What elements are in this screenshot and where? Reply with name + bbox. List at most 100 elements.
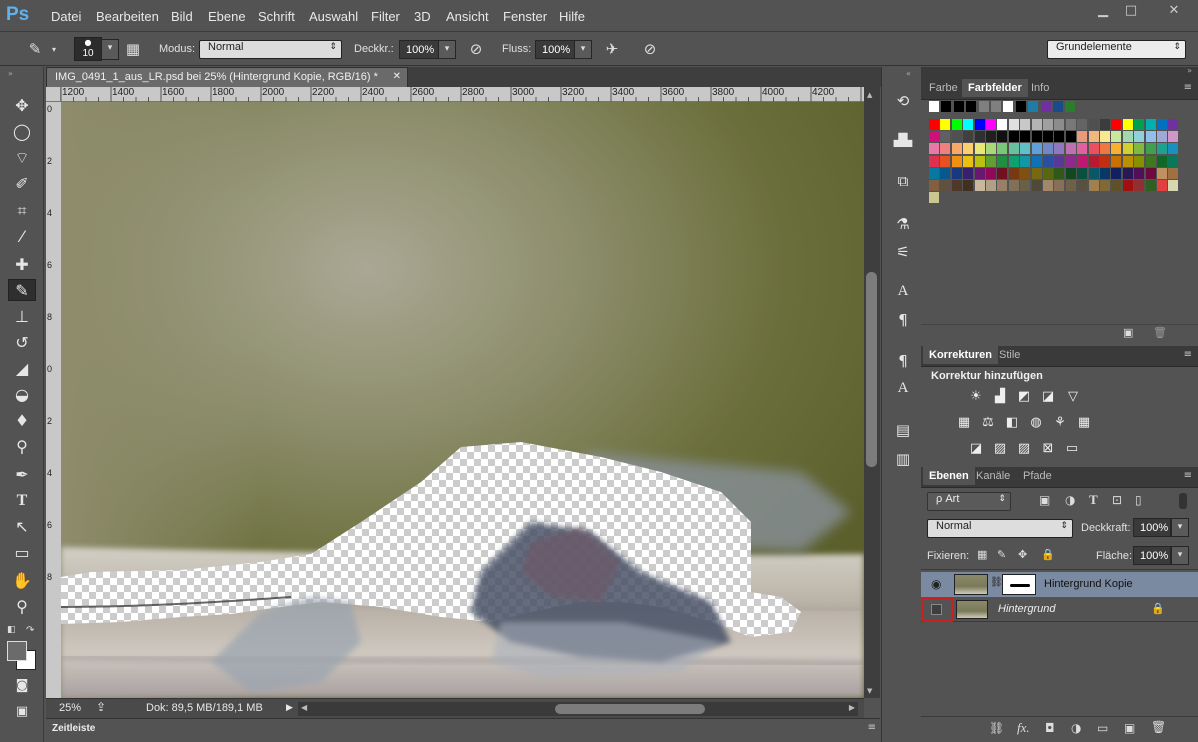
share-icon[interactable]: ⇪ — [96, 700, 106, 714]
photo-filter-icon[interactable]: ◍ — [1027, 415, 1045, 431]
panel-menu-icon[interactable]: ≡ — [1184, 349, 1192, 360]
status-menu-arrow-icon[interactable]: ▶ — [286, 702, 293, 713]
collapse-arrows-icon[interactable]: » — [1187, 66, 1192, 75]
delete-layer-icon[interactable]: 🗑 — [1151, 720, 1166, 734]
black-white-icon[interactable]: ◧ — [1003, 415, 1021, 431]
swatch[interactable] — [1088, 155, 1099, 167]
scroll-right-icon[interactable]: ▶ — [849, 703, 855, 712]
brush-panel-icon[interactable]: ▦ — [122, 40, 144, 58]
swatch[interactable] — [1111, 131, 1122, 143]
layer-filter-select[interactable]: ρ Art ⇕ — [927, 492, 1011, 511]
swatch[interactable] — [1157, 180, 1167, 191]
opacity-dropdown[interactable]: ▾ — [438, 40, 456, 59]
swatch[interactable] — [963, 143, 974, 155]
swatch[interactable] — [986, 180, 996, 191]
tab-stile[interactable]: Stile — [993, 346, 1026, 364]
swatch[interactable] — [986, 155, 996, 167]
tab-farbfelder[interactable]: Farbfelder — [962, 79, 1028, 97]
swatch[interactable] — [1077, 167, 1088, 179]
dodge-tool-icon[interactable]: ⚲ — [8, 436, 36, 458]
swatch[interactable] — [1040, 101, 1051, 112]
swatch[interactable] — [1111, 180, 1122, 191]
lock-pixels-icon[interactable]: ✎ — [997, 548, 1006, 561]
swatch[interactable] — [1122, 155, 1133, 167]
swatch[interactable] — [997, 155, 1008, 167]
paragraph-styles-icon[interactable]: ¶ — [891, 352, 915, 374]
pen-tool-icon[interactable]: ✒ — [8, 464, 36, 486]
swatch[interactable] — [997, 119, 1008, 130]
brush-size-preview[interactable]: ● 10 — [74, 37, 102, 61]
swatch[interactable] — [997, 167, 1008, 179]
gradient-map-icon[interactable]: ▭ — [1063, 441, 1081, 457]
color-lookup-icon[interactable]: ▦ — [1075, 415, 1093, 431]
swatch[interactable] — [1008, 143, 1019, 155]
vibrance-icon[interactable]: ▽ — [1064, 389, 1082, 405]
rectangle-tool-icon[interactable]: ▭ — [8, 542, 36, 564]
airbrush-icon[interactable]: ✈ — [601, 40, 623, 58]
swatch[interactable] — [1134, 180, 1145, 191]
swatch[interactable] — [929, 131, 939, 143]
pressure-opacity-icon[interactable]: ⊘ — [465, 40, 487, 58]
threshold-icon[interactable]: ▨ — [1015, 441, 1033, 457]
swatch[interactable] — [1077, 119, 1088, 130]
swatch[interactable] — [1043, 131, 1053, 143]
swatch[interactable] — [1145, 119, 1156, 130]
swatch[interactable] — [1008, 131, 1019, 143]
brush-presets-icon[interactable]: ▟▙ — [891, 133, 915, 155]
selective-color-icon[interactable]: ⊠ — [1039, 441, 1057, 457]
swatch[interactable] — [940, 119, 951, 130]
panel-menu-icon[interactable]: ≡ — [1184, 82, 1192, 93]
swatch[interactable] — [1043, 180, 1053, 191]
swatch[interactable] — [974, 167, 985, 179]
swatch[interactable] — [974, 131, 985, 143]
swatch[interactable] — [940, 180, 951, 191]
swatch[interactable] — [1065, 101, 1076, 112]
swatch[interactable] — [1145, 131, 1156, 143]
paint-bucket-tool-icon[interactable]: ◒ — [8, 384, 36, 406]
fill-input[interactable]: 100% — [1133, 546, 1171, 565]
swatch[interactable] — [929, 167, 939, 179]
swatch[interactable] — [1088, 119, 1099, 130]
eye-visibility-icon[interactable]: ◉ — [931, 577, 941, 591]
swatch[interactable] — [1100, 155, 1110, 167]
swatch[interactable] — [1031, 167, 1042, 179]
new-adjustment-icon[interactable]: ◑ — [1071, 721, 1081, 735]
default-colors-icon[interactable]: ◧ — [7, 625, 16, 635]
swatch[interactable] — [1100, 180, 1110, 191]
swatch[interactable] — [1031, 155, 1042, 167]
swatch[interactable] — [974, 155, 985, 167]
zoom-tool-icon[interactable]: ⚲ — [8, 596, 36, 618]
ellipse-marquee-tool-icon[interactable]: ◯ — [8, 121, 36, 143]
link-icon[interactable]: ⛓ — [990, 577, 1003, 588]
delete-swatch-icon[interactable]: 🗑 — [1153, 326, 1167, 339]
swatch[interactable] — [1065, 143, 1076, 155]
swatches-grid[interactable] — [929, 100, 1181, 210]
scroll-up-icon[interactable]: ▲ — [867, 91, 872, 99]
swatch[interactable] — [1157, 167, 1167, 179]
swatch[interactable] — [1134, 119, 1145, 130]
swatch[interactable] — [1008, 180, 1019, 191]
tool-presets-icon[interactable]: ⚗ — [891, 215, 915, 237]
timeline-tab[interactable]: Zeitleiste — [52, 723, 95, 734]
menu-auswahl[interactable]: Auswahl — [309, 9, 358, 24]
quick-mask-icon[interactable]: ◙ — [8, 675, 36, 697]
brush-tool-icon[interactable]: ✎ — [8, 279, 36, 301]
swatch[interactable] — [997, 131, 1008, 143]
swap-colors-icon[interactable]: ↷ — [26, 625, 34, 636]
swatch[interactable] — [963, 155, 974, 167]
swatch[interactable] — [1065, 131, 1076, 143]
filter-adjustment-icon[interactable]: ◑ — [1065, 493, 1075, 507]
swatch[interactable] — [1054, 180, 1065, 191]
swatch[interactable] — [1020, 167, 1031, 179]
swatch[interactable] — [1077, 131, 1088, 143]
add-mask-icon[interactable]: ◘ — [1045, 721, 1055, 735]
layer-opacity-input[interactable]: 100% — [1133, 518, 1171, 537]
blend-mode-select[interactable]: Normal ⇕ — [927, 519, 1073, 538]
blur-tool-icon[interactable]: ♦ — [8, 410, 36, 432]
color-balance-icon[interactable]: ⚖ — [979, 415, 997, 431]
swatch[interactable] — [1134, 131, 1145, 143]
new-swatch-icon[interactable]: ▣ — [1123, 326, 1133, 339]
close-tab-icon[interactable]: ✕ — [393, 71, 401, 82]
swatch[interactable] — [929, 192, 939, 204]
panel-menu-icon[interactable]: ≡ — [868, 722, 876, 733]
